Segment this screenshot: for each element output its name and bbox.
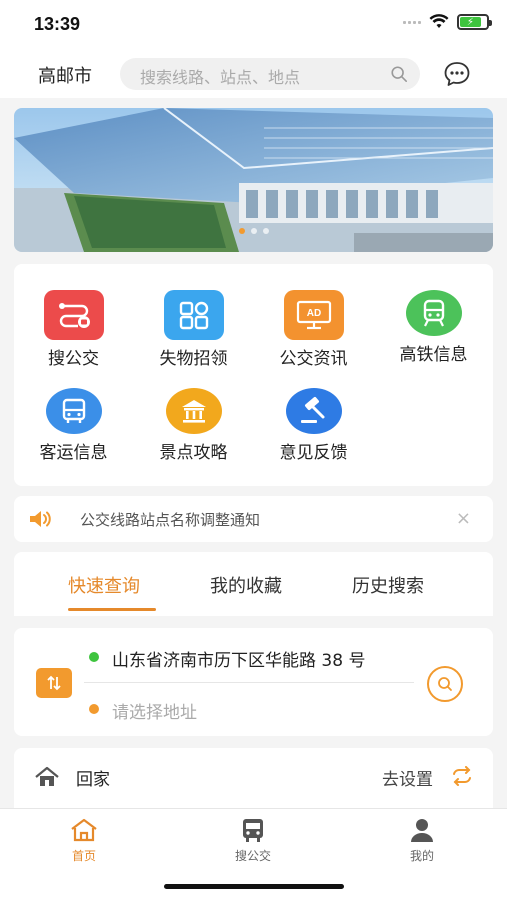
query-tabs: 快速查询 我的收藏 历史搜索 [14, 552, 493, 616]
carousel-indicator [14, 228, 493, 234]
home-indicator[interactable] [164, 884, 344, 889]
menu-feedback[interactable]: 意见反馈 [254, 388, 373, 463]
menu-lost-found[interactable]: 失物招领 [134, 290, 253, 369]
lost-found-icon [163, 290, 224, 340]
tab-search-bus[interactable]: 搜公交 [213, 817, 293, 864]
tab-home[interactable]: 首页 [44, 817, 124, 864]
menu-label: 搜公交 [48, 349, 99, 369]
divider [84, 682, 414, 683]
tab-mine[interactable]: 我的 [382, 817, 462, 864]
bus-tab-icon [243, 819, 263, 842]
destination-field[interactable]: 请选择地址 [112, 698, 197, 723]
function-grid: 搜公交 失物招领 AD 公交资讯 高铁信息 客运信息 景点攻略 意见反馈 [14, 264, 493, 486]
home-tab-icon [71, 818, 97, 842]
battery-icon: ⚡ [457, 14, 492, 30]
menu-label: 公交资讯 [279, 349, 348, 369]
notice-text[interactable]: 公交线路站点名称调整通知 [80, 509, 260, 530]
tab-label: 搜公交 [234, 849, 271, 863]
carousel-dot[interactable] [238, 228, 245, 234]
coach-icon [45, 388, 102, 434]
tab-quick-query[interactable]: 快速查询 [68, 572, 140, 598]
route-planner: 山东省济南市历下区华能路 38 号 请选择地址 [14, 628, 493, 736]
menu-bus-news[interactable]: AD 公交资讯 [254, 290, 373, 369]
search-icon [391, 66, 408, 83]
search-placeholder: 搜索线路、站点、地点 [140, 68, 301, 87]
train-icon [405, 290, 462, 336]
cellular-signal-icon [403, 20, 421, 24]
feedback-gavel-icon [285, 388, 342, 434]
scenic-spot-icon [165, 388, 222, 434]
active-tab-indicator [68, 608, 156, 611]
destination-dot [89, 704, 99, 714]
banner-carousel[interactable] [14, 108, 493, 252]
menu-label: 景点攻略 [159, 443, 228, 463]
search-icon [438, 677, 452, 691]
top-bar: 高邮市 搜索线路、站点、地点 [0, 50, 507, 98]
svg-text:AD: AD [306, 308, 320, 319]
tab-label: 首页 [71, 849, 96, 863]
message-icon[interactable] [443, 60, 471, 88]
status-time: 13:39 [34, 14, 81, 34]
swap-icon [47, 675, 61, 691]
menu-scenic-guide[interactable]: 景点攻略 [134, 388, 253, 463]
search-input[interactable]: 搜索线路、站点、地点 [120, 58, 420, 90]
tab-favorites[interactable]: 我的收藏 [210, 572, 282, 598]
user-tab-icon [411, 819, 433, 842]
swap-arrows-icon[interactable] [451, 766, 473, 786]
carousel-dot[interactable] [250, 228, 257, 234]
city-selector[interactable]: 高邮市 [38, 62, 92, 88]
battery-level: ⚡ [460, 17, 481, 28]
menu-train-info[interactable]: 高铁信息 [374, 290, 493, 365]
home-icon [35, 766, 59, 786]
menu-label: 意见反馈 [279, 443, 348, 463]
tab-history[interactable]: 历史搜索 [352, 572, 424, 598]
set-home-button[interactable]: 去设置 [382, 765, 433, 790]
menu-label: 失物招领 [159, 349, 228, 369]
home-label: 回家 [76, 770, 110, 790]
origin-dot [89, 652, 99, 662]
tab-label: 我的 [409, 849, 434, 863]
carousel-dot[interactable] [262, 228, 269, 234]
status-indicators: ⚡ [403, 14, 492, 30]
status-bar: 13:39 ⚡ [0, 0, 507, 50]
menu-search-bus[interactable]: 搜公交 [14, 290, 133, 369]
swap-button[interactable] [36, 668, 72, 698]
menu-coach-info[interactable]: 客运信息 [14, 388, 133, 463]
menu-label: 客运信息 [39, 443, 108, 463]
speaker-icon [30, 511, 51, 527]
route-search-button[interactable] [427, 666, 463, 702]
go-home-row[interactable]: 回家 去设置 [14, 748, 493, 808]
menu-label: 高铁信息 [399, 345, 468, 365]
bus-route-icon [43, 290, 104, 340]
close-icon[interactable]: × [456, 508, 471, 529]
bus-news-icon: AD [283, 290, 344, 340]
wifi-icon [429, 14, 449, 28]
origin-field[interactable]: 山东省济南市历下区华能路 38 号 [112, 646, 365, 671]
notice-bar[interactable]: 公交线路站点名称调整通知 × [14, 496, 493, 542]
